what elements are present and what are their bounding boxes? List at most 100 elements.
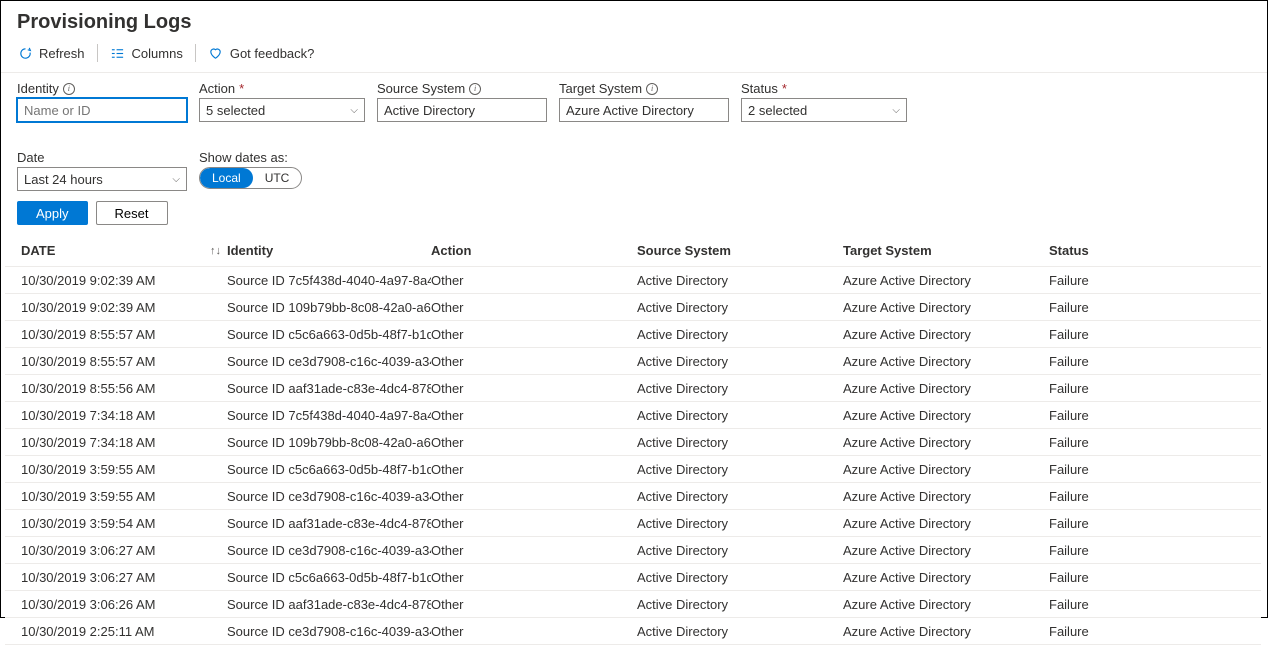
table-row[interactable]: 10/30/2019 3:06:26 AMSource ID aaf31ade-… [5,591,1261,618]
info-icon[interactable]: i [469,83,481,95]
cell-action: Other [431,327,637,342]
cell-date: 10/30/2019 8:55:57 AM [21,354,227,369]
reset-button[interactable]: Reset [96,201,168,225]
cell-action: Other [431,300,637,315]
cell-date: 10/30/2019 7:34:18 AM [21,408,227,423]
cell-status: Failure [1049,327,1245,342]
cell-date: 10/30/2019 8:55:56 AM [21,381,227,396]
cell-status: Failure [1049,300,1245,315]
target-value: Azure Active Directory [566,103,694,118]
columns-button[interactable]: Columns [98,45,195,61]
cell-identity: Source ID ce3d7908-c16c-4039-a346-b72 [227,543,431,558]
apply-button[interactable]: Apply [17,201,88,225]
dates-as-toggle[interactable]: Local UTC [199,167,302,189]
table-row[interactable]: 10/30/2019 8:55:57 AMSource ID ce3d7908-… [5,348,1261,375]
cell-source: Active Directory [637,354,843,369]
cell-target: Azure Active Directory [843,543,1049,558]
identity-input[interactable] [17,98,187,122]
page-title: Provisioning Logs [1,1,1267,38]
required-marker: * [239,81,244,96]
cell-action: Other [431,408,637,423]
cell-status: Failure [1049,543,1245,558]
toolbar: Refresh Columns Got feedback? [1,38,1267,73]
col-action-header[interactable]: Action [431,243,637,258]
utc-option[interactable]: UTC [253,168,302,188]
date-select[interactable]: Last 24 hours⌵ [17,167,187,191]
cell-source: Active Directory [637,381,843,396]
action-value: 5 selected [206,103,265,118]
cell-target: Azure Active Directory [843,273,1049,288]
target-select[interactable]: Azure Active Directory [559,98,729,122]
cell-identity: Source ID 7c5f438d-4040-4a97-8a45-9d6 [227,273,431,288]
table-row[interactable]: 10/30/2019 8:55:57 AMSource ID c5c6a663-… [5,321,1261,348]
table-row[interactable]: 10/30/2019 9:02:39 AMSource ID 109b79bb-… [5,294,1261,321]
refresh-label: Refresh [39,46,85,61]
cell-action: Other [431,273,637,288]
table-header: DATE↑↓ Identity Action Source System Tar… [5,235,1261,267]
source-select[interactable]: Active Directory [377,98,547,122]
cell-date: 10/30/2019 3:59:55 AM [21,489,227,504]
table-row[interactable]: 10/30/2019 3:06:27 AMSource ID ce3d7908-… [5,537,1261,564]
cell-source: Active Directory [637,273,843,288]
status-label: Status [741,81,778,96]
cell-source: Active Directory [637,516,843,531]
cell-status: Failure [1049,462,1245,477]
cell-identity: Source ID 109b79bb-8c08-42a0-a6d1-8fe [227,435,431,450]
cell-status: Failure [1049,516,1245,531]
feedback-button[interactable]: Got feedback? [196,45,327,61]
cell-identity: Source ID c5c6a663-0d5b-48f7-b1d7-ec4 [227,462,431,477]
cell-date: 10/30/2019 7:34:18 AM [21,435,227,450]
cell-action: Other [431,354,637,369]
heart-icon [208,45,224,61]
date-value: Last 24 hours [24,172,103,187]
cell-action: Other [431,543,637,558]
table-row[interactable]: 10/30/2019 9:02:39 AMSource ID 7c5f438d-… [5,267,1261,294]
feedback-label: Got feedback? [230,46,315,61]
cell-date: 10/30/2019 9:02:39 AM [21,300,227,315]
required-marker: * [782,81,787,96]
col-date-label: DATE [21,243,55,258]
table-row[interactable]: 10/30/2019 2:25:11 AMSource ID ce3d7908-… [5,618,1261,645]
cell-target: Azure Active Directory [843,408,1049,423]
table-row[interactable]: 10/30/2019 3:06:27 AMSource ID c5c6a663-… [5,564,1261,591]
info-icon[interactable]: i [646,83,658,95]
cell-status: Failure [1049,435,1245,450]
cell-target: Azure Active Directory [843,381,1049,396]
identity-label: Identity [17,81,59,96]
col-source-header[interactable]: Source System [637,243,843,258]
table-row[interactable]: 10/30/2019 3:59:54 AMSource ID aaf31ade-… [5,510,1261,537]
cell-action: Other [431,516,637,531]
table-row[interactable]: 10/30/2019 7:34:18 AMSource ID 109b79bb-… [5,429,1261,456]
col-target-header[interactable]: Target System [843,243,1049,258]
refresh-icon [17,45,33,61]
local-option[interactable]: Local [200,168,253,188]
cell-identity: Source ID aaf31ade-c83e-4dc4-878c-da25 [227,381,431,396]
cell-source: Active Directory [637,597,843,612]
cell-target: Azure Active Directory [843,327,1049,342]
col-status-header[interactable]: Status [1049,243,1245,258]
cell-source: Active Directory [637,624,843,639]
cell-date: 10/30/2019 3:06:26 AM [21,597,227,612]
source-value: Active Directory [384,103,475,118]
refresh-button[interactable]: Refresh [17,45,97,61]
table-row[interactable]: 10/30/2019 7:34:18 AMSource ID 7c5f438d-… [5,402,1261,429]
action-select[interactable]: 5 selected⌵ [199,98,365,122]
status-select[interactable]: 2 selected⌵ [741,98,907,122]
cell-identity: Source ID ce3d7908-c16c-4039-a346-b72 [227,489,431,504]
cell-status: Failure [1049,408,1245,423]
table-row[interactable]: 10/30/2019 8:55:56 AMSource ID aaf31ade-… [5,375,1261,402]
button-row: Apply Reset [1,195,1267,235]
cell-source: Active Directory [637,300,843,315]
cell-date: 10/30/2019 2:25:11 AM [21,624,227,639]
cell-target: Azure Active Directory [843,300,1049,315]
col-date-header[interactable]: DATE↑↓ [21,243,227,258]
status-value: 2 selected [748,103,807,118]
cell-source: Active Directory [637,327,843,342]
target-label: Target System [559,81,642,96]
cell-status: Failure [1049,597,1245,612]
cell-target: Azure Active Directory [843,354,1049,369]
table-row[interactable]: 10/30/2019 3:59:55 AMSource ID ce3d7908-… [5,483,1261,510]
info-icon[interactable]: i [63,83,75,95]
table-row[interactable]: 10/30/2019 3:59:55 AMSource ID c5c6a663-… [5,456,1261,483]
col-identity-header[interactable]: Identity [227,243,431,258]
